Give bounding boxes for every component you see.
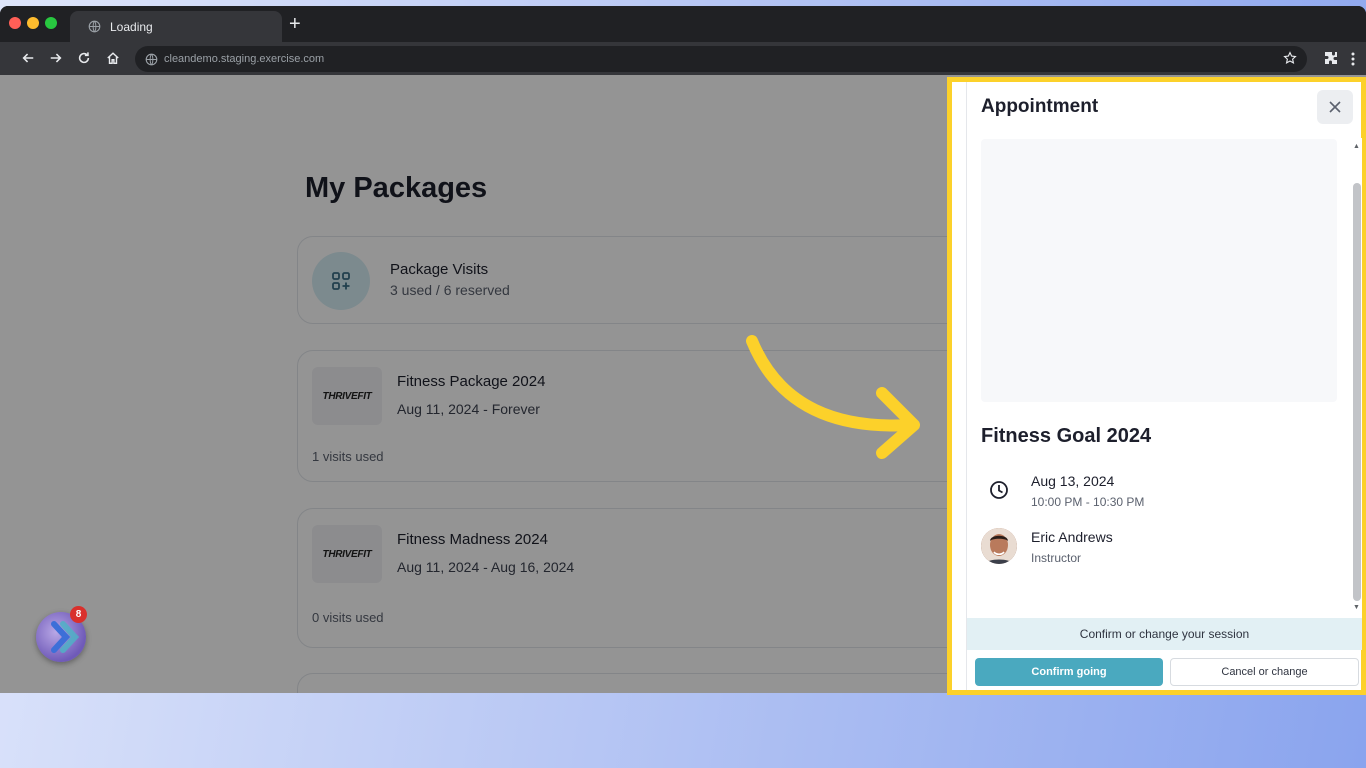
appointment-panel: Appointment ▲ ▼ Fitness Goal 2024 Aug 13… [966, 82, 1362, 690]
panel-scrollbar[interactable]: ▲ ▼ [1351, 138, 1362, 618]
tab-title: Loading [110, 19, 153, 34]
panel-title: Appointment [981, 96, 1099, 117]
globe-icon [88, 20, 101, 33]
maximize-window-button[interactable] [45, 17, 57, 29]
back-icon[interactable] [20, 50, 36, 66]
reload-icon[interactable] [76, 50, 92, 66]
scroll-thumb[interactable] [1353, 183, 1361, 601]
close-icon [1329, 101, 1341, 113]
session-date: Aug 13, 2024 [1031, 473, 1115, 489]
address-bar[interactable]: cleandemo.staging.exercise.com [135, 46, 1307, 72]
curved-arrow-icon [746, 335, 920, 459]
class-title: Fitness Goal 2024 [981, 425, 1152, 447]
site-info-icon[interactable] [145, 53, 158, 66]
clock-icon [989, 480, 1009, 500]
scroll-up-arrow[interactable]: ▲ [1353, 143, 1360, 150]
minimize-window-button[interactable] [27, 17, 39, 29]
avatar [981, 528, 1017, 564]
kebab-icon[interactable] [1348, 51, 1358, 67]
tab-bar: Loading + [0, 6, 1366, 42]
instructor-role: Instructor [1031, 551, 1082, 565]
class-image-placeholder [981, 139, 1337, 402]
browser-tab[interactable]: Loading [70, 11, 282, 42]
home-icon[interactable] [105, 50, 121, 66]
close-button[interactable] [1317, 90, 1353, 124]
forward-icon[interactable] [48, 50, 64, 66]
browser-toolbar: cleandemo.staging.exercise.com [0, 42, 1366, 75]
confirm-going-button[interactable]: Confirm going [975, 658, 1163, 686]
cancel-or-change-button[interactable]: Cancel or change [1170, 658, 1359, 686]
new-tab-button[interactable]: + [289, 14, 301, 34]
scroll-down-arrow[interactable]: ▼ [1353, 604, 1360, 611]
notification-badge: 8 [70, 606, 87, 623]
session-time: 10:00 PM - 10:30 PM [1031, 495, 1145, 509]
close-window-button[interactable] [9, 17, 21, 29]
extensions-icon[interactable] [1323, 50, 1339, 66]
confirm-prompt: Confirm or change your session [967, 618, 1362, 650]
url-text: cleandemo.staging.exercise.com [164, 53, 325, 65]
star-icon[interactable] [1283, 51, 1297, 65]
instructor-name: Eric Andrews [1031, 529, 1113, 545]
